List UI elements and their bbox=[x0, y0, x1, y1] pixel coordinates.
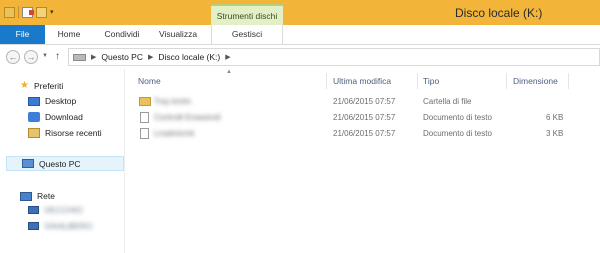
sidebar-item-label: VECCHIO bbox=[44, 205, 83, 215]
tab-manage[interactable]: Gestisci bbox=[211, 25, 283, 44]
context-tab-group: Strumenti dischi bbox=[211, 4, 283, 26]
sidebar-item-recent[interactable]: Risorse recenti bbox=[28, 128, 102, 138]
text-document-icon bbox=[140, 112, 149, 123]
column-header-type[interactable]: Tipo bbox=[423, 76, 439, 86]
tab-view[interactable]: Visualizza bbox=[153, 25, 203, 44]
file-modified: 21/06/2015 07:57 bbox=[333, 97, 396, 106]
sidebar-item-label: Questo PC bbox=[39, 158, 81, 169]
file-name: Controlli Ereasinoli bbox=[154, 113, 221, 122]
file-name: Tray kmlm bbox=[154, 97, 192, 106]
forward-button[interactable]: → bbox=[24, 50, 38, 64]
column-divider[interactable] bbox=[568, 73, 569, 89]
desktop-icon bbox=[28, 96, 40, 106]
sidebar-item-this-pc[interactable]: Questo PC bbox=[6, 156, 124, 171]
list-item[interactable]: Lmaitnicmk 21/06/2015 07:57 Documento di… bbox=[126, 127, 600, 141]
back-button[interactable]: ← bbox=[6, 50, 20, 64]
up-arrow-icon[interactable]: ↑ bbox=[55, 51, 60, 62]
breadcrumb-chevron-icon[interactable]: ▶ bbox=[225, 53, 230, 61]
sidebar-item-label: Risorse recenti bbox=[45, 128, 102, 138]
title-bar: ▾ Strumenti dischi Disco locale (K:) bbox=[0, 0, 600, 26]
sidebar-item-favorites[interactable]: ★ Preferiti bbox=[20, 80, 64, 92]
breadcrumb-chevron-icon[interactable]: ▶ bbox=[91, 53, 96, 61]
sidebar-item-desktop[interactable]: Desktop bbox=[28, 96, 76, 106]
sidebar-item-label: VIAALBERO bbox=[44, 221, 93, 231]
download-icon bbox=[28, 112, 40, 122]
computer-icon bbox=[22, 159, 34, 168]
file-size: 3 KB bbox=[546, 129, 564, 138]
star-icon: ★ bbox=[20, 80, 29, 91]
sidebar-item-download[interactable]: Download bbox=[28, 112, 83, 122]
quick-access-toolbar: ▾ bbox=[4, 6, 54, 18]
sidebar-item-label: Rete bbox=[37, 191, 55, 201]
file-modified: 21/06/2015 07:57 bbox=[333, 113, 396, 122]
file-type: Cartella di file bbox=[423, 97, 472, 106]
breadcrumb-local-disk[interactable]: Disco locale (K:) bbox=[158, 52, 220, 62]
list-item[interactable]: Tray kmlm 21/06/2015 07:57 Cartella di f… bbox=[126, 95, 600, 109]
breadcrumb-this-pc[interactable]: Questo PC bbox=[101, 52, 143, 62]
file-type: Documento di testo bbox=[423, 129, 492, 138]
column-divider[interactable] bbox=[417, 73, 418, 89]
qat-divider bbox=[18, 6, 19, 18]
drive-icon bbox=[73, 53, 86, 61]
breadcrumb-chevron-icon[interactable]: ▶ bbox=[148, 53, 153, 61]
sidebar-item-network[interactable]: Rete bbox=[20, 191, 55, 201]
tab-file[interactable]: File bbox=[0, 25, 45, 44]
file-modified: 21/06/2015 07:57 bbox=[333, 129, 396, 138]
tab-share[interactable]: Condividi bbox=[96, 25, 148, 44]
sort-ascending-icon: ▲ bbox=[226, 69, 232, 75]
folder-icon[interactable] bbox=[4, 6, 15, 18]
navigation-bar: ← → ▼ ↑ ▶ Questo PC ▶ Disco locale (K:) … bbox=[0, 45, 600, 69]
recent-places-icon bbox=[28, 128, 40, 138]
file-list: ▲ Nome Ultima modifica Tipo Dimensione T… bbox=[126, 69, 600, 253]
sidebar-item-host[interactable]: VECCHIO bbox=[28, 205, 83, 215]
column-header-size[interactable]: Dimensione bbox=[513, 76, 558, 86]
computer-icon bbox=[28, 222, 39, 230]
tab-home[interactable]: Home bbox=[51, 25, 87, 44]
list-item[interactable]: Controlli Ereasinoli 21/06/2015 07:57 Do… bbox=[126, 111, 600, 125]
properties-icon[interactable] bbox=[22, 6, 34, 18]
text-document-icon bbox=[140, 128, 149, 139]
column-divider[interactable] bbox=[506, 73, 507, 89]
chevron-down-icon[interactable]: ▾ bbox=[50, 8, 54, 16]
sidebar-item-label: Download bbox=[45, 112, 83, 122]
sidebar-item-label: Preferiti bbox=[33, 81, 64, 91]
recent-locations-chevron-icon[interactable]: ▼ bbox=[42, 53, 48, 59]
ribbon-tab-row: File Home Condividi Visualizza Gestisci bbox=[0, 25, 600, 45]
navigation-pane: ★ Preferiti Desktop Download Risorse rec… bbox=[0, 69, 125, 253]
computer-icon bbox=[28, 206, 39, 214]
column-header-name[interactable]: Nome bbox=[138, 76, 161, 86]
sidebar-item-host[interactable]: VIAALBERO bbox=[28, 221, 92, 231]
column-divider[interactable] bbox=[326, 73, 327, 89]
file-size: 6 KB bbox=[546, 113, 564, 122]
address-bar[interactable]: ▶ Questo PC ▶ Disco locale (K:) ▶ bbox=[68, 48, 600, 66]
file-name: Lmaitnicmk bbox=[154, 129, 195, 138]
sidebar-item-label: Desktop bbox=[45, 96, 77, 106]
file-type: Documento di testo bbox=[423, 113, 492, 122]
folder-icon bbox=[139, 97, 151, 106]
column-header-modified[interactable]: Ultima modifica bbox=[333, 76, 391, 86]
network-icon bbox=[20, 191, 32, 201]
new-folder-icon[interactable] bbox=[36, 6, 47, 18]
window-title: Disco locale (K:) bbox=[455, 6, 543, 20]
